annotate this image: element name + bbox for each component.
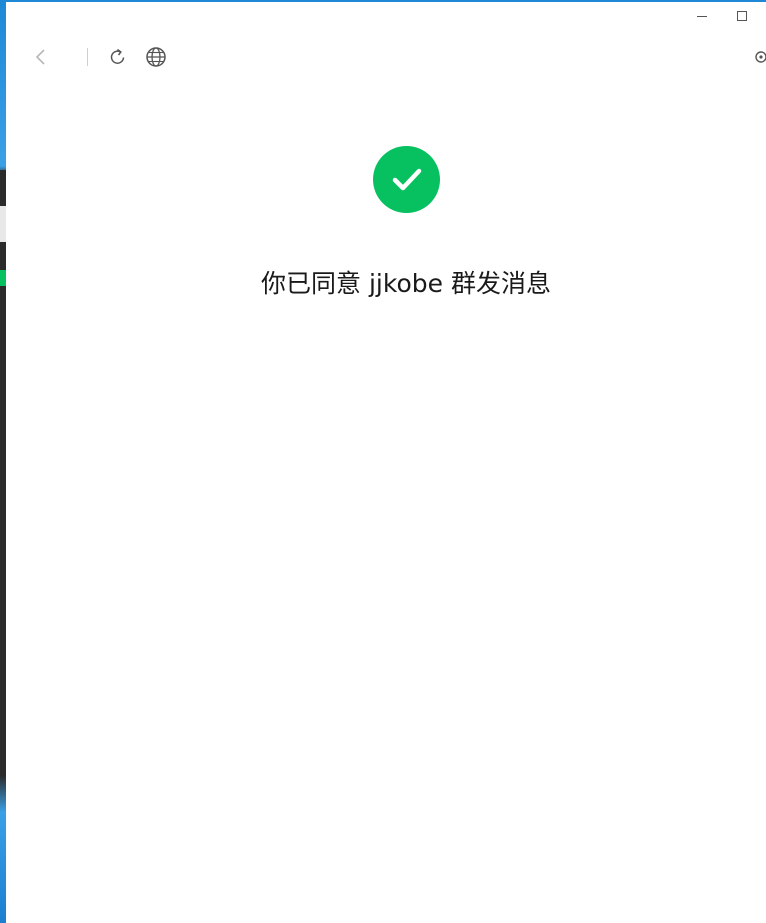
back-button[interactable]	[28, 44, 54, 70]
maximize-icon	[737, 11, 747, 21]
refresh-button[interactable]	[105, 44, 131, 70]
refresh-icon	[110, 48, 125, 64]
minimize-icon	[697, 15, 707, 17]
circle-icon	[755, 51, 766, 63]
checkmark-icon	[392, 168, 421, 190]
check-circle-icon	[373, 146, 440, 213]
confirmation-message: 你已同意 jjkobe 群发消息	[261, 269, 551, 298]
title-bar	[6, 2, 766, 32]
page-content: 你已同意 jjkobe 群发消息	[6, 74, 766, 923]
navigation-toolbar	[6, 40, 766, 74]
globe-icon	[146, 47, 166, 67]
toolbar-divider	[87, 48, 88, 66]
chevron-left-icon	[35, 49, 45, 65]
maximize-button[interactable]	[722, 2, 762, 30]
browser-window: 你已同意 jjkobe 群发消息	[6, 2, 766, 923]
open-in-browser-button[interactable]	[143, 44, 169, 70]
minimize-button[interactable]	[682, 2, 722, 30]
more-options-button[interactable]	[754, 44, 766, 70]
